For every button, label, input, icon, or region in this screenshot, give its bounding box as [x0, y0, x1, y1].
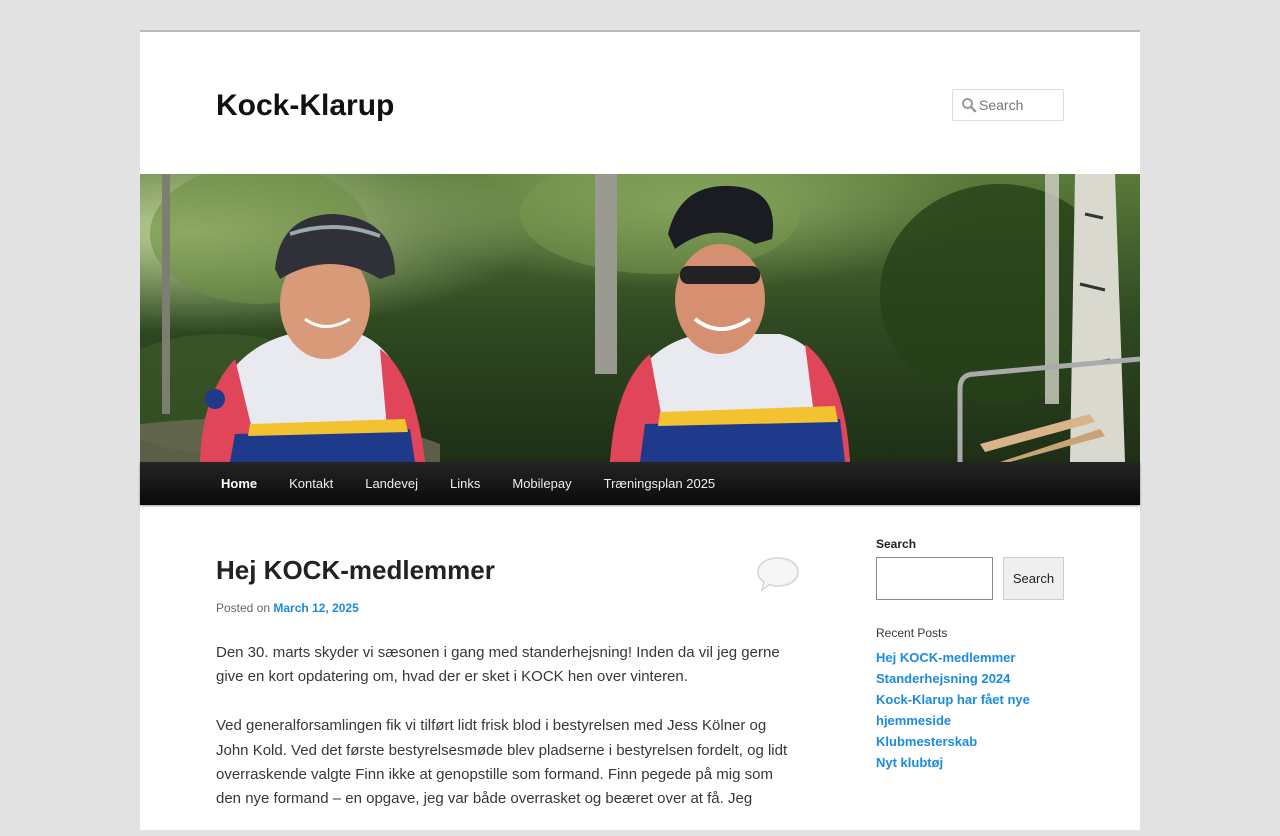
- nav-item-landevej[interactable]: Landevej: [349, 462, 434, 505]
- page: Kock-Klarup Search Home Kontakt Landevej…: [140, 30, 1140, 830]
- recent-post-link[interactable]: Klubmesterskab: [876, 734, 977, 749]
- header-search-input[interactable]: [979, 94, 1059, 116]
- site-title[interactable]: Kock-Klarup: [216, 88, 394, 124]
- paragraph: Den 30. marts skyder vi sæsonen i gang m…: [216, 644, 780, 686]
- recent-posts-list: Hej KOCK-medlemmer Standerhejsning 2024 Ko…: [876, 647, 1064, 773]
- list-item: Kock-Klarup har fået nye hjemmeside: [876, 689, 1064, 731]
- entry-meta: Posted on March 12, 2025: [216, 601, 359, 615]
- recent-post-link[interactable]: Standerhejsning 2024: [876, 671, 1010, 686]
- list-item: Klubmesterskab: [876, 731, 1064, 752]
- recent-post-link[interactable]: Hej KOCK-medlemmer: [876, 650, 1015, 665]
- recent-post-link[interactable]: Kock-Klarup har fået nye hjemmeside: [876, 692, 1030, 728]
- list-item: Hej KOCK-medlemmer: [876, 647, 1064, 668]
- sidebar-search-title: Search: [876, 537, 917, 551]
- recent-posts-title: Recent Posts: [876, 626, 948, 640]
- posted-on-label: Posted on: [216, 601, 271, 615]
- post-date-link[interactable]: March 12, 2025: [273, 601, 358, 615]
- nav-item-home[interactable]: Home: [205, 462, 273, 505]
- list-item: Standerhejsning 2024: [876, 668, 1064, 689]
- nav-item-mobilepay[interactable]: Mobilepay: [496, 462, 587, 505]
- search-icon: [961, 97, 977, 118]
- nav-item-træningsplan-2025[interactable]: Træningsplan 2025: [588, 462, 732, 505]
- recent-post-link[interactable]: Nyt klubtøj: [876, 755, 943, 770]
- paragraph: Ved generalforsamlingen fik vi tilført l…: [216, 717, 788, 808]
- header-image: [140, 174, 1140, 462]
- nav-item-kontakt[interactable]: Kontakt: [273, 462, 349, 505]
- comment-bubble-icon[interactable]: [756, 556, 800, 597]
- sidebar-search-input[interactable]: [876, 557, 993, 600]
- sidebar: Search Search Recent Posts Hej KOCK-medl…: [876, 537, 1064, 770]
- main-navigation: Home Kontakt Landevej Links Mobilepay Træning…: [140, 462, 1140, 505]
- list-item: Nyt klubtøj: [876, 752, 1064, 773]
- entry-content: Den 30. marts skyder vi sæsonen i gang m…: [216, 641, 800, 836]
- post-title[interactable]: Hej KOCK-medlemmer: [216, 554, 495, 586]
- nav-item-links[interactable]: Links: [434, 462, 496, 505]
- header-search[interactable]: [952, 89, 1064, 121]
- sidebar-search-button[interactable]: Search: [1003, 557, 1064, 600]
